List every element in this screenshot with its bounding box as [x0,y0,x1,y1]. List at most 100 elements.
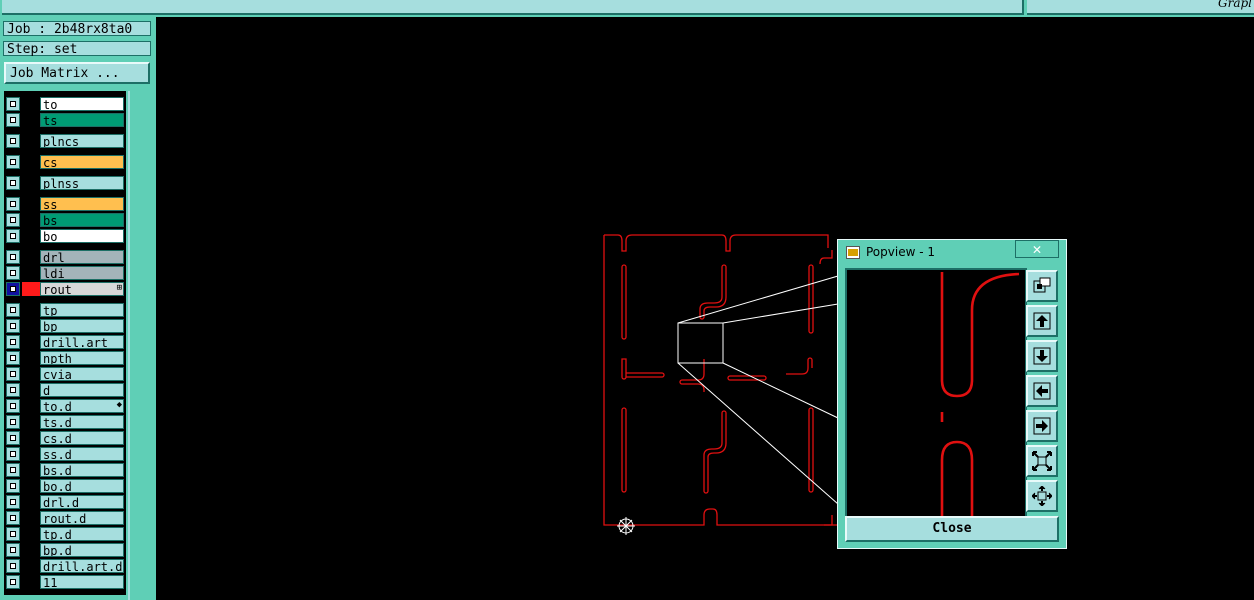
layer-checkbox[interactable] [6,479,20,493]
layer-row[interactable]: bo [4,228,126,244]
layer-row[interactable]: ss.d [4,446,126,462]
layer-row[interactable]: drill.art [4,334,126,350]
layer-row[interactable]: npth [4,350,126,366]
layer-color-swatch[interactable] [22,463,40,477]
layer-row[interactable]: ts.d [4,414,126,430]
pan-up-button[interactable] [1026,305,1058,337]
layer-checkbox[interactable] [6,463,20,477]
layer-name[interactable]: bs [40,213,124,227]
layer-checkbox[interactable] [6,266,20,280]
layer-color-swatch[interactable] [22,303,40,317]
layer-name[interactable]: bs.d [40,463,124,477]
layer-row[interactable]: cvia [4,366,126,382]
popview-viewport[interactable] [845,268,1027,518]
layer-row[interactable]: drill.art.d [4,558,126,574]
layer-row[interactable]: d [4,382,126,398]
layer-row[interactable]: bp [4,318,126,334]
layer-checkbox[interactable] [6,155,20,169]
layer-name[interactable]: drl.d [40,495,124,509]
layer-name[interactable]: npth [40,351,124,365]
layer-name[interactable]: 11 [40,575,124,589]
layer-color-swatch[interactable] [22,229,40,243]
layer-color-swatch[interactable] [22,266,40,280]
layer-row[interactable]: bo.d [4,478,126,494]
command-field[interactable] [2,0,1024,15]
layer-checkbox[interactable] [6,367,20,381]
layer-checkbox[interactable] [6,250,20,264]
layer-checkbox[interactable] [6,97,20,111]
layer-color-swatch[interactable] [22,367,40,381]
layer-checkbox[interactable] [6,229,20,243]
layer-row[interactable]: tp.d [4,526,126,542]
job-matrix-button[interactable]: Job Matrix ... [4,62,150,84]
layer-row[interactable]: rout.d [4,510,126,526]
layer-name[interactable]: bp.d [40,543,124,557]
layer-name[interactable]: bo [40,229,124,243]
layer-name[interactable]: cvia [40,367,124,381]
layer-row[interactable]: plnss [4,175,126,191]
pan-right-button[interactable] [1026,410,1058,442]
layer-name[interactable]: to [40,97,124,111]
layer-row[interactable]: to [4,96,126,112]
layer-color-swatch[interactable] [22,495,40,509]
layer-checkbox[interactable] [6,543,20,557]
layer-row[interactable]: ldi [4,265,126,281]
layer-row[interactable]: bs [4,212,126,228]
layer-name[interactable]: cs [40,155,124,169]
layer-checkbox[interactable] [6,399,20,413]
layer-color-swatch[interactable] [22,479,40,493]
layer-checkbox[interactable] [6,495,20,509]
layer-row[interactable]: 11 [4,574,126,590]
layer-color-swatch[interactable] [22,415,40,429]
layer-row[interactable]: drl.d [4,494,126,510]
popview-close-button[interactable]: Close [845,516,1059,542]
close-icon[interactable]: ✕ [1015,240,1059,258]
layer-name[interactable]: drill.art [40,335,124,349]
layer-color-swatch[interactable] [22,351,40,365]
layer-name[interactable]: bo.d [40,479,124,493]
layer-row[interactable]: tp [4,302,126,318]
layer-checkbox[interactable] [6,176,20,190]
layer-color-swatch[interactable] [22,113,40,127]
layer-row[interactable]: cs.d [4,430,126,446]
zoom-in-button[interactable] [1026,480,1058,512]
layer-checkbox[interactable] [6,575,20,589]
layer-checkbox[interactable] [6,383,20,397]
layer-color-swatch[interactable] [22,527,40,541]
layer-name[interactable]: ts [40,113,124,127]
layer-name[interactable]: plncs [40,134,124,148]
layer-color-swatch[interactable] [22,543,40,557]
layer-checkbox[interactable] [6,113,20,127]
layer-row[interactable]: to.d ◆ [4,398,126,414]
layer-name[interactable]: rout.d [40,511,124,525]
layer-checkbox[interactable] [6,415,20,429]
layer-name[interactable]: tp.d [40,527,124,541]
layer-checkbox[interactable] [6,134,20,148]
layer-color-swatch[interactable] [22,176,40,190]
layer-checkbox[interactable] [6,431,20,445]
layer-color-swatch[interactable] [22,559,40,573]
layer-checkbox[interactable] [6,511,20,525]
layer-row[interactable]: bp.d [4,542,126,558]
layer-name[interactable]: bp [40,319,124,333]
layer-color-swatch[interactable] [22,134,40,148]
layer-checkbox[interactable] [6,319,20,333]
layer-color-swatch[interactable] [22,197,40,211]
layer-row[interactable]: cs [4,154,126,170]
popview-titlebar[interactable]: Popview - 1 ✕ [839,240,1065,263]
layer-checkbox[interactable] [6,447,20,461]
layer-row[interactable]: bs.d [4,462,126,478]
layer-name[interactable]: tp [40,303,124,317]
layer-name[interactable]: rout [40,282,124,296]
layer-name[interactable]: drill.art.d [40,559,124,573]
layer-name[interactable]: to.d [40,399,124,413]
layer-checkbox[interactable] [6,335,20,349]
layer-checkbox[interactable] [6,303,20,317]
pan-left-button[interactable] [1026,375,1058,407]
layer-color-swatch[interactable] [22,282,40,296]
layer-color-swatch[interactable] [22,431,40,445]
layer-name[interactable]: plnss [40,176,124,190]
layer-row[interactable]: ts [4,112,126,128]
layer-row[interactable]: plncs [4,133,126,149]
graphic-canvas[interactable] [156,17,1254,600]
